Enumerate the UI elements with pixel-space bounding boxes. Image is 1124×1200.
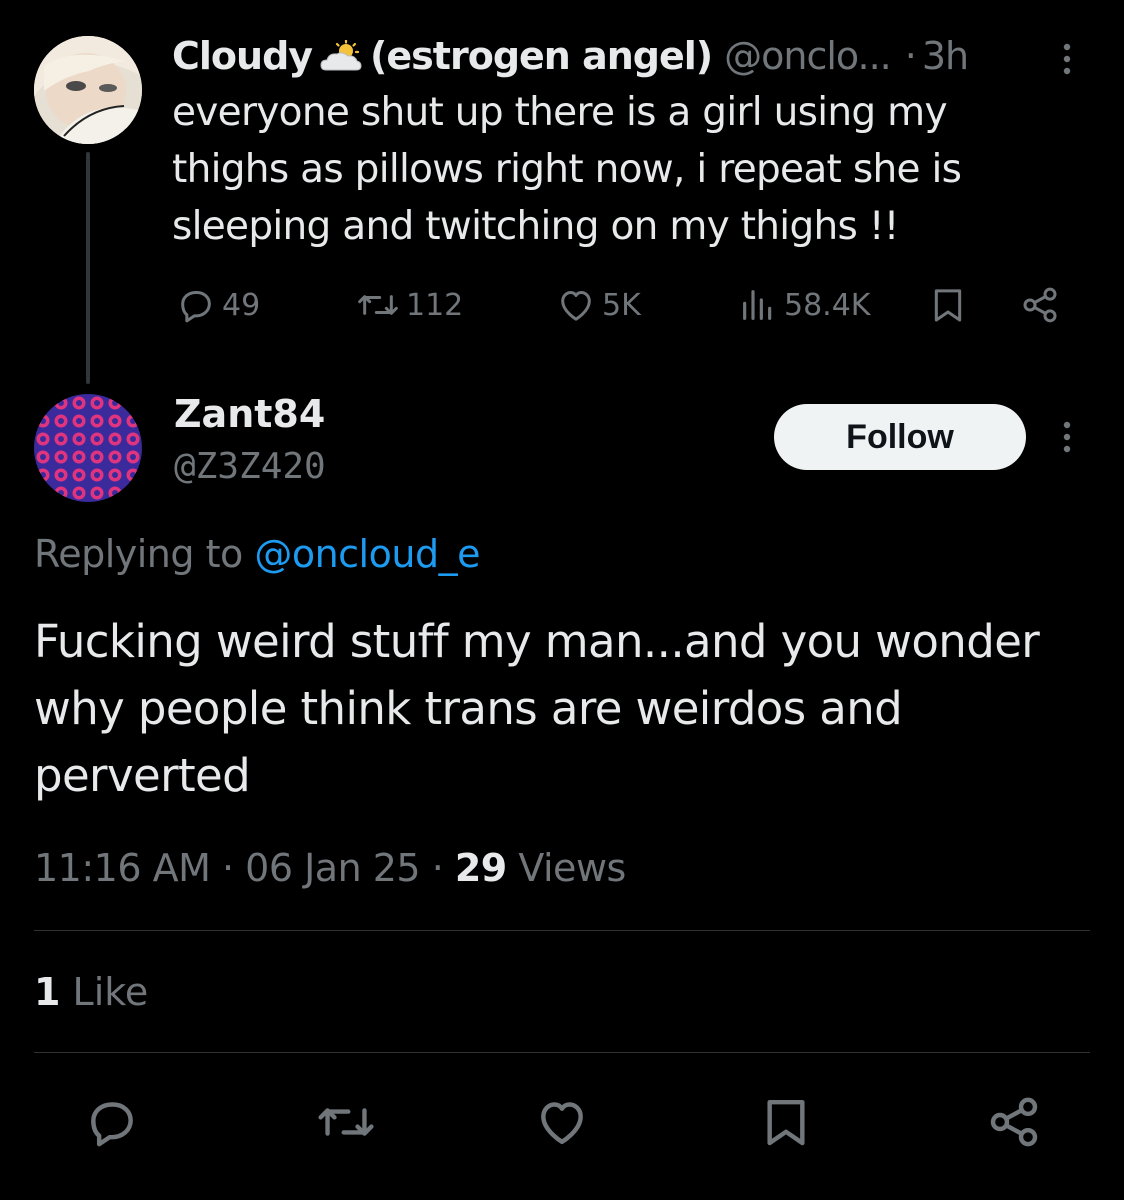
share-button[interactable]	[976, 1084, 1052, 1160]
reply-handle[interactable]: @Z3Z420	[174, 446, 326, 487]
views-count: 58.4K	[784, 287, 871, 323]
likes-summary[interactable]: 1 Like	[34, 970, 148, 1014]
divider	[34, 1052, 1090, 1053]
reply-tweet-text: Fucking weird stuff my man...and you won…	[34, 615, 1040, 802]
parent-time[interactable]: 3h	[922, 34, 969, 78]
avatar-image	[34, 36, 142, 144]
repost-button[interactable]	[308, 1084, 384, 1160]
reply-button[interactable]	[74, 1084, 150, 1160]
like-action[interactable]: 5K	[556, 280, 641, 330]
views-icon	[743, 290, 772, 320]
bookmark-icon	[934, 289, 962, 322]
replying-mention-link[interactable]: @oncloud_e	[254, 532, 480, 576]
tweet-date[interactable]: 06 Jan 25	[245, 846, 420, 890]
parent-action-bar: 49 112 5K 58.4K	[172, 280, 1072, 330]
separator: ·	[904, 34, 917, 78]
bookmark-button[interactable]	[748, 1084, 824, 1160]
reply-avatar[interactable]	[34, 394, 142, 502]
replying-prefix: Replying to	[34, 532, 243, 576]
bookmark-icon	[767, 1099, 805, 1146]
parent-display-name[interactable]: Cloudy	[172, 34, 313, 78]
reply-display-name[interactable]: Zant84	[174, 392, 325, 436]
likes-count: 1	[34, 970, 61, 1014]
tweet-meta: 11:16 AM · 06 Jan 25 · 29 Views	[34, 846, 626, 890]
bookmark-action[interactable]	[928, 280, 974, 330]
avatar-image	[34, 394, 142, 502]
more-icon[interactable]	[1054, 420, 1080, 454]
parent-header: Cloudy (estrogen angel) @onclo... · 3h	[172, 30, 969, 82]
parent-avatar[interactable]	[34, 36, 142, 144]
more-icon[interactable]	[1054, 42, 1080, 76]
parent-tweet-text: everyone shut up there is a girl using m…	[172, 90, 962, 249]
reply-action[interactable]: 49	[176, 280, 260, 330]
heart-icon	[541, 1102, 583, 1145]
parent-handle[interactable]: @onclo...	[724, 34, 892, 78]
repost-icon	[318, 1108, 374, 1136]
share-icon	[1023, 287, 1057, 323]
divider	[34, 930, 1090, 931]
tweet-views-count: 29	[454, 846, 507, 890]
thread-line	[86, 152, 90, 384]
heart-icon	[561, 291, 591, 321]
reply-icon	[91, 1102, 133, 1147]
repost-count: 112	[406, 287, 464, 323]
repost-icon	[358, 295, 398, 315]
follow-button[interactable]: Follow	[774, 404, 1026, 470]
repost-action[interactable]: 112	[356, 280, 463, 330]
reply-count: 49	[222, 287, 261, 323]
tweet-views-label: Views	[518, 846, 626, 890]
like-count: 5K	[602, 287, 641, 323]
reply-icon	[181, 291, 211, 323]
share-icon	[990, 1097, 1038, 1147]
likes-label: Like	[72, 970, 149, 1014]
tweet-time[interactable]: 11:16 AM	[34, 846, 211, 890]
like-button[interactable]	[524, 1084, 600, 1160]
replying-to-line: Replying to @oncloud_e	[34, 532, 480, 576]
reply-action-bar	[0, 1084, 1124, 1160]
views-action[interactable]: 58.4K	[738, 280, 870, 330]
parent-display-name-suffix[interactable]: (estrogen angel)	[370, 34, 713, 78]
sun-behind-cloud-icon	[320, 40, 362, 71]
share-action[interactable]	[1018, 280, 1068, 330]
